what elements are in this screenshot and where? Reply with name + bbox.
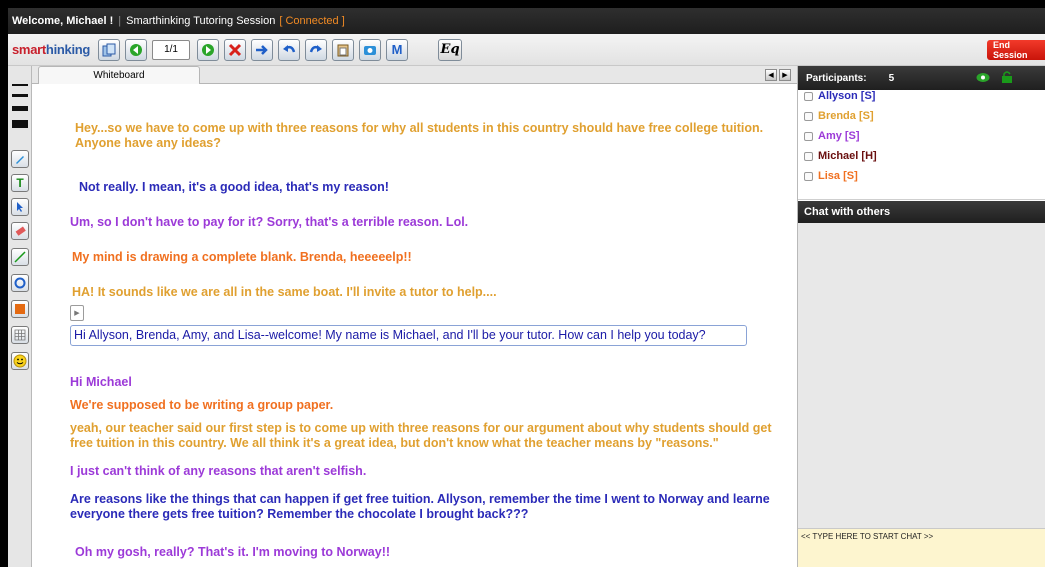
ellipse-tool-icon[interactable]: [11, 274, 29, 292]
participant-checkbox[interactable]: [804, 171, 813, 181]
participants-count: 5: [888, 72, 895, 84]
chat-header: Chat with others: [798, 201, 1045, 223]
participant-checkbox[interactable]: [804, 91, 813, 101]
tutor-message-input[interactable]: Hi Allyson, Brenda, Amy, and Lisa--welco…: [70, 325, 747, 346]
toolbar: smarthinking 1/1 M Eq End Session: [8, 34, 1045, 66]
welcome-text: Welcome, Michael !: [12, 15, 114, 27]
chat-message: We're supposed to be writing a group pap…: [70, 398, 334, 412]
copy-icon[interactable]: [98, 38, 121, 61]
chat-message: HA! It sounds like we are all in the sam…: [72, 285, 497, 299]
pencil-icon[interactable]: [11, 150, 29, 168]
grid-tool-icon[interactable]: [11, 326, 29, 344]
line-thickness-3[interactable]: [12, 106, 28, 111]
right-panel: Participants: 5 Allyson [S] Brenda [S] A…: [797, 66, 1045, 567]
session-title: Smarthinking Tutoring Session: [126, 15, 276, 27]
eraser-icon[interactable]: [11, 222, 29, 240]
pointer-icon[interactable]: [11, 198, 29, 216]
chat-message: everyone there gets free tuition? Rememb…: [70, 507, 529, 521]
chat-message: yeah, our teacher said our first step is…: [70, 421, 772, 435]
tab-scroll-right-icon[interactable]: ▶: [779, 69, 791, 81]
connection-status: [ Connected ]: [279, 15, 345, 27]
emoticon-icon[interactable]: [11, 352, 29, 370]
participant-item[interactable]: Lisa [S]: [804, 170, 858, 182]
camera-icon[interactable]: [359, 38, 382, 61]
participant-checkbox[interactable]: [804, 131, 813, 141]
equation-button[interactable]: Eq: [438, 38, 463, 61]
chat-message: Are reasons like the things that can hap…: [70, 492, 770, 506]
tab-whiteboard[interactable]: Whiteboard: [38, 66, 200, 84]
page-indicator[interactable]: 1/1: [152, 39, 191, 60]
participant-checkbox[interactable]: [804, 151, 813, 161]
participants-label: Participants:: [806, 72, 867, 84]
redo-icon[interactable]: [305, 38, 328, 61]
participant-item[interactable]: Allyson [S]: [804, 90, 875, 102]
participants-header: Participants: 5: [798, 66, 1045, 90]
chat-message: Not really. I mean, it's a good idea, th…: [79, 180, 389, 194]
line-thickness-4[interactable]: [12, 120, 28, 128]
chat-message: Hi Michael: [70, 375, 132, 389]
end-session-button[interactable]: End Session: [987, 40, 1045, 60]
tab-scroll-left-icon[interactable]: ◀: [765, 69, 777, 81]
line-thickness-1[interactable]: [12, 84, 28, 86]
title-bar: Welcome, Michael ! | Smarthinking Tutori…: [8, 8, 1045, 34]
undo-icon[interactable]: [278, 38, 301, 61]
chat-message: Anyone have any ideas?: [75, 136, 221, 150]
m-icon[interactable]: M: [386, 38, 409, 61]
line-tool-icon[interactable]: [11, 248, 29, 266]
participant-item[interactable]: Brenda [S]: [804, 110, 874, 122]
participant-list: Allyson [S] Brenda [S] Amy [S] Michael […: [798, 90, 1045, 200]
participant-checkbox[interactable]: [804, 111, 813, 121]
arrow-right-icon[interactable]: [251, 38, 274, 61]
chat-input[interactable]: << TYPE HERE TO START CHAT >>: [798, 528, 1045, 567]
drawing-tools: T: [8, 66, 32, 567]
delete-icon[interactable]: [224, 38, 247, 61]
chat-message: Hey...so we have to come up with three r…: [75, 121, 764, 135]
back-icon[interactable]: [125, 38, 148, 61]
chat-message: I just can't think of any reasons that a…: [70, 464, 367, 478]
text-tool-icon[interactable]: T: [11, 174, 29, 192]
chat-message: Um, so I don't have to pay for it? Sorry…: [70, 215, 469, 229]
user-status-icon[interactable]: [1000, 70, 1014, 87]
expand-arrow-icon[interactable]: ▶: [70, 305, 84, 321]
participant-item[interactable]: Michael [H]: [804, 150, 877, 162]
title-separator: |: [118, 15, 122, 27]
forward-icon[interactable]: [197, 38, 220, 61]
eye-icon[interactable]: [976, 72, 990, 86]
chat-message: Oh my gosh, really? That's it. I'm movin…: [75, 545, 391, 559]
smarthinking-logo: smarthinking: [12, 42, 91, 57]
line-thickness-2[interactable]: [12, 94, 28, 97]
chat-message: My mind is drawing a complete blank. Bre…: [72, 250, 412, 264]
rectangle-tool-icon[interactable]: [11, 300, 29, 318]
chat-history: [798, 223, 1045, 528]
paste-icon[interactable]: [332, 38, 355, 61]
participant-item[interactable]: Amy [S]: [804, 130, 860, 142]
chat-message: free tuition in this country. We all thi…: [70, 436, 719, 450]
app-window: Welcome, Michael ! | Smarthinking Tutori…: [8, 8, 1045, 567]
